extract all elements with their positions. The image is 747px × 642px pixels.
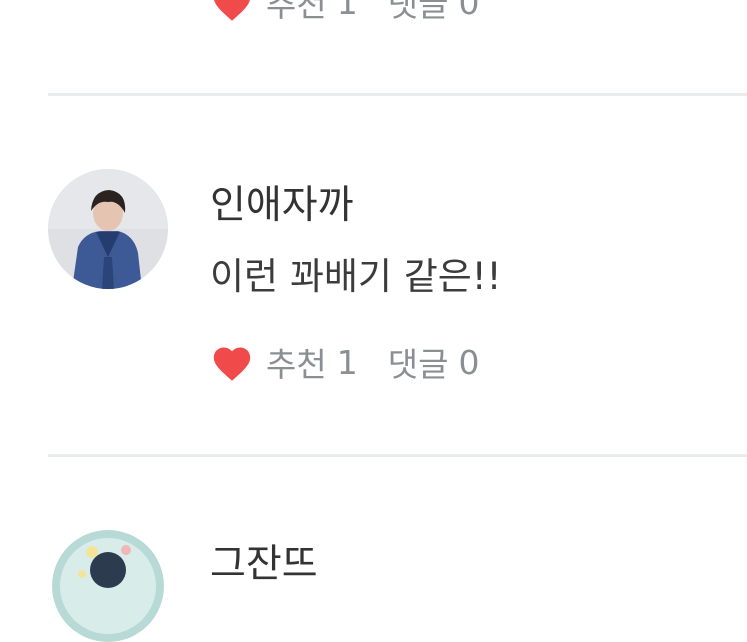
heart-icon[interactable] — [210, 342, 254, 382]
comment-item: 그잔뜨 — [0, 457, 747, 642]
like-label[interactable]: 추천 — [266, 338, 327, 386]
reply-count: 0 — [458, 0, 480, 22]
like-count: 1 — [336, 342, 358, 382]
comment-text: 이런 꽈배기 같은!! — [210, 255, 502, 298]
reply-label[interactable]: 댓글 — [388, 338, 449, 386]
reply-label[interactable]: 댓글 — [388, 0, 449, 26]
comment-item: 추천 1 댓글 0 — [0, 0, 747, 95]
avatar[interactable] — [48, 169, 168, 289]
reply-count: 0 — [458, 342, 480, 382]
heart-icon[interactable] — [210, 0, 254, 22]
like-label[interactable]: 추천 — [266, 0, 327, 26]
comment-author[interactable]: 그잔뜨 — [210, 533, 318, 589]
comment-stats: 추천 1 댓글 0 — [210, 0, 479, 26]
avatar[interactable] — [52, 530, 164, 642]
comment-stats: 추천 1 댓글 0 — [210, 338, 479, 386]
like-count: 1 — [336, 0, 358, 22]
comment-item: 인애자까 이런 꽈배기 같은!! 추천 1 댓글 0 — [0, 96, 747, 456]
comment-author[interactable]: 인애자까 — [210, 174, 354, 230]
